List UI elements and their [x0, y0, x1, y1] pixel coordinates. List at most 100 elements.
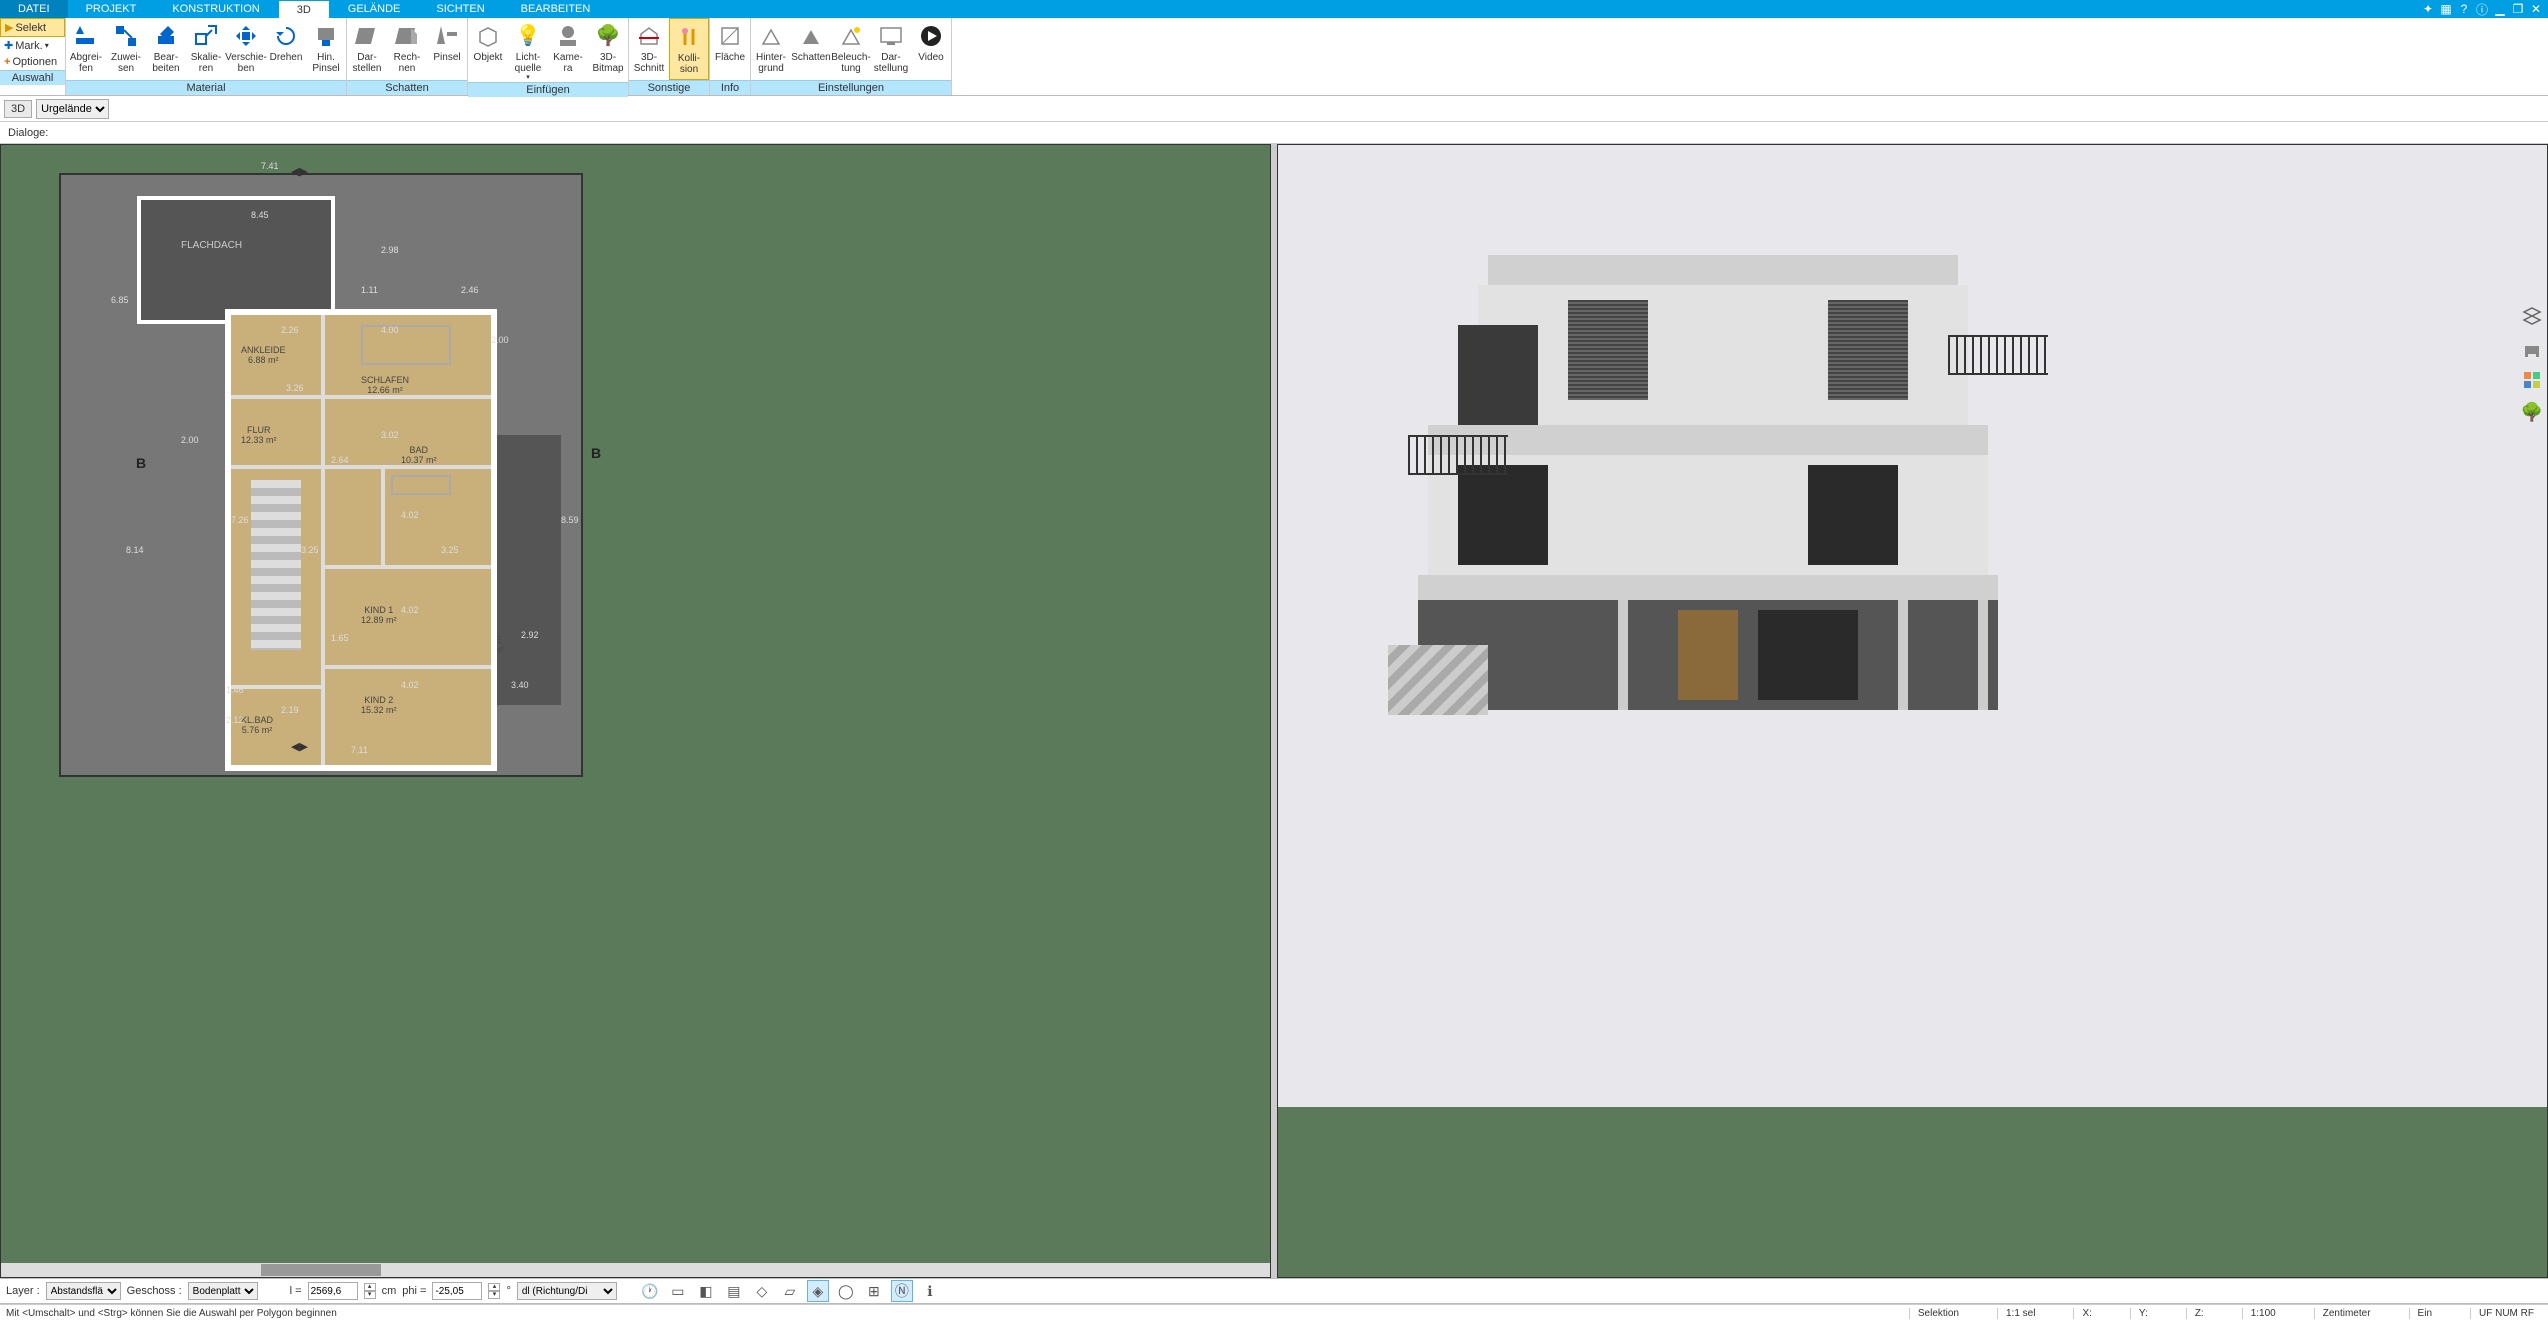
phi-input[interactable] [432, 1282, 482, 1300]
3dschnitt-button[interactable]: 3D-Schnitt [629, 18, 669, 80]
cube-icon[interactable]: ◧ [695, 1280, 717, 1302]
layers-icon[interactable] [2520, 304, 2544, 328]
grid-icon[interactable]: ⊞ [863, 1280, 885, 1302]
flachdach-area: FLACHDACH [141, 200, 331, 320]
dim: 3.25 [441, 545, 459, 555]
dim: 4.02 [401, 680, 419, 690]
drehen-button[interactable]: Drehen [266, 18, 306, 80]
status-sel: 1:1 sel [1997, 1308, 2043, 1319]
lichtquelle-button[interactable]: 💡Licht-quelle▾ [508, 18, 548, 82]
status-x: X: [2073, 1308, 2099, 1319]
main-floor: ANKLEIDE6.88 m² SCHLAFEN12.66 m² FLUR12.… [231, 315, 491, 765]
screen-icon[interactable]: ▭ [667, 1280, 689, 1302]
colors-icon[interactable] [2520, 368, 2544, 392]
dim: 1.65 [331, 633, 349, 643]
status-scale: 1:100 [2242, 1308, 2284, 1319]
layer-label: Layer : [6, 1285, 40, 1297]
menubar: DATEI PROJEKT KONSTRUKTION 3D GELÄNDE SI… [0, 0, 2548, 18]
l-spinner[interactable]: ▴▾ [364, 1283, 376, 1299]
status-selektion: Selektion [1909, 1308, 1967, 1319]
2d-view[interactable]: FLACHDACH TERRASSEEF=25.46 m² ANKLEIDE6.… [0, 144, 1271, 1278]
klbad-label: KL.BAD5.76 m² [241, 715, 273, 735]
dim: 4.00 [381, 325, 399, 335]
mark-button[interactable]: ✚Mark.▾ [0, 37, 65, 54]
dim: 1.46 [226, 685, 244, 695]
schlafen-label: SCHLAFEN12.66 m² [361, 375, 409, 395]
info-icon[interactable]: ⓘ [2474, 1, 2490, 17]
hintergrund-button[interactable]: Hinter-grund [751, 18, 791, 80]
abgreifen-button[interactable]: Abgrei-fen [66, 18, 106, 80]
l-input[interactable] [308, 1282, 358, 1300]
beleuchtung-button[interactable]: Beleuch-tung [831, 18, 871, 80]
menu-datei[interactable]: DATEI [0, 0, 68, 18]
tree-icon[interactable]: 🌳 [2520, 400, 2544, 424]
bed-icon [361, 325, 451, 365]
furniture-icon[interactable] [2520, 336, 2544, 360]
darstellung-button[interactable]: Dar-stellung [871, 18, 911, 80]
dialoge-label: Dialoge: [8, 127, 48, 139]
geschoss-select[interactable]: Bodenplatt [188, 1282, 258, 1300]
diamond-icon[interactable]: ◇ [751, 1280, 773, 1302]
urgelaende-select[interactable]: Urgelände [36, 99, 109, 119]
minimize-icon[interactable]: ▁ [2492, 1, 2508, 17]
schatten-settings-button[interactable]: Schatten [791, 18, 831, 80]
richtung-select[interactable]: dl (Richtung/Di [517, 1282, 617, 1300]
flaeche-button[interactable]: Fläche [710, 18, 750, 80]
hinpinsel-button[interactable]: Hin.Pinsel [306, 18, 346, 80]
menu-projekt[interactable]: PROJEKT [68, 0, 155, 18]
building-render [1358, 225, 1998, 705]
n-icon[interactable]: Ⓝ [891, 1280, 913, 1302]
pinsel-button[interactable]: Pinsel [427, 18, 467, 80]
plane-icon[interactable]: ◈ [807, 1280, 829, 1302]
clock-icon[interactable]: 🕐 [639, 1280, 661, 1302]
restore-icon[interactable]: ❐ [2510, 1, 2526, 17]
flachdach-label: FLACHDACH [181, 240, 242, 251]
close-icon[interactable]: ✕ [2528, 1, 2544, 17]
verschieben-button[interactable]: Verschie-ben [226, 18, 266, 80]
hscrollbar[interactable] [1, 1263, 1270, 1277]
optionen-button[interactable]: +Optionen [0, 54, 65, 70]
info2-icon[interactable]: ℹ [919, 1280, 941, 1302]
skalieren-button[interactable]: Skalie-ren [186, 18, 226, 80]
bearbeiten-button[interactable]: Bear-beiten [146, 18, 186, 80]
objekt-button[interactable]: Objekt [468, 18, 508, 82]
dim: 2.98 [381, 245, 399, 255]
dim: 3.02 [381, 430, 399, 440]
phi-spinner[interactable]: ▴▾ [488, 1283, 500, 1299]
ribbon: ▶Selekt ✚Mark.▾ +Optionen Auswahl Abgrei… [0, 18, 2548, 96]
3d-view[interactable] [1277, 144, 2548, 1278]
help-icon[interactable]: ? [2456, 1, 2472, 17]
rechnen-button[interactable]: Rech-nen [387, 18, 427, 80]
selekt-button[interactable]: ▶Selekt [0, 18, 65, 37]
l-label: l = [290, 1285, 302, 1297]
darstellen-button[interactable]: Dar-stellen [347, 18, 387, 80]
layer-select[interactable]: Abstandsflä [46, 1282, 121, 1300]
menu-bearbeiten[interactable]: BEARBEITEN [503, 0, 609, 18]
window-icon[interactable]: ▦ [2438, 1, 2454, 17]
status-y: Y: [2130, 1308, 2156, 1319]
3dbitmap-button[interactable]: 🌳3D-Bitmap [588, 18, 628, 82]
dim: 8.45 [251, 210, 269, 220]
menu-3d[interactable]: 3D [278, 0, 330, 18]
tool-icon[interactable]: ✦ [2420, 1, 2436, 17]
circle-icon[interactable]: ◯ [835, 1280, 857, 1302]
menubar-right: ✦ ▦ ? ⓘ ▁ ❐ ✕ [2420, 0, 2548, 18]
dim: 2.19 [281, 705, 299, 715]
dim: 3.40 [511, 680, 529, 690]
status-ein: Ein [2409, 1308, 2440, 1319]
video-button[interactable]: Video [911, 18, 951, 80]
parallelogram-icon[interactable]: ▱ [779, 1280, 801, 1302]
menu-gelaende[interactable]: GELÄNDE [330, 0, 419, 18]
zuweisen-button[interactable]: Zuwei-sen [106, 18, 146, 80]
dim: 6.85 [111, 295, 129, 305]
dim: 1.11 [361, 285, 378, 295]
secondary-bar: 3D Urgelände [0, 96, 2548, 122]
group-einstellungen: Einstellungen [751, 80, 951, 95]
menu-sichten[interactable]: SICHTEN [418, 0, 502, 18]
kollision-button[interactable]: Kolli-sion [669, 18, 709, 80]
group-material: Material [66, 80, 346, 95]
layers2-icon[interactable]: ▤ [723, 1280, 745, 1302]
dim: 4.02 [401, 510, 419, 520]
kamera-button[interactable]: Kame-ra [548, 18, 588, 82]
menu-konstruktion[interactable]: KONSTRUKTION [154, 0, 277, 18]
